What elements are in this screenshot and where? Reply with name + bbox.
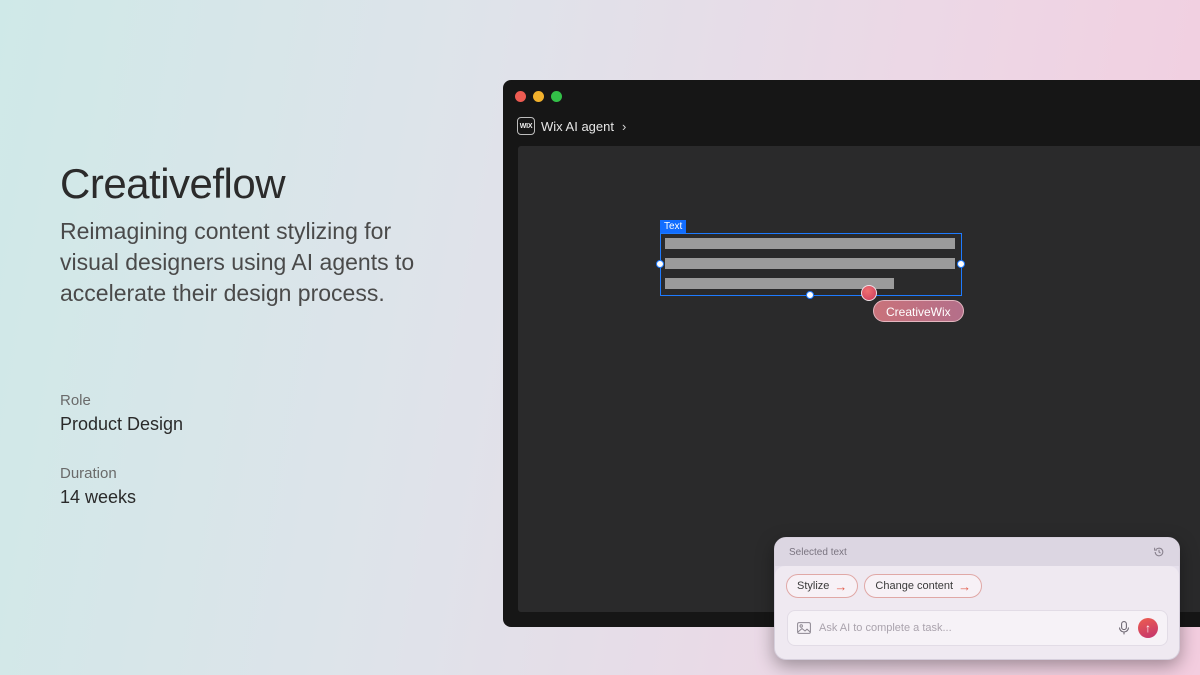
duration-value: 14 weeks [60, 487, 137, 507]
microphone-icon[interactable] [1118, 621, 1130, 635]
suggestion-chips: Stylize → Change content → [775, 566, 1179, 598]
duration-label: Duration [60, 465, 117, 482]
resize-handle-right[interactable] [957, 260, 965, 268]
maximize-window-button[interactable] [551, 91, 562, 102]
text-selection-box[interactable] [660, 233, 962, 296]
collaborator-cursor [861, 285, 877, 301]
text-placeholder-line [665, 278, 894, 289]
app-window: WIX Wix AI agent › Text CreativeWix Sele… [503, 80, 1200, 660]
send-icon[interactable]: ↑ [1138, 618, 1158, 638]
chip-label: Stylize [797, 580, 830, 592]
ai-panel-body: Stylize → Change content → Ask AI to com… [775, 566, 1179, 659]
app-name: Wix AI agent [541, 118, 614, 134]
selection-type-tag: Text [660, 220, 687, 234]
selected-text-label: Selected text [789, 546, 847, 558]
ai-panel-header: Selected text [775, 538, 1179, 566]
arrow-right-icon: → [958, 578, 972, 594]
stylize-chip[interactable]: Stylize → [786, 574, 859, 598]
ask-ai-input[interactable]: Ask AI to complete a task... ↑ [787, 610, 1168, 646]
image-icon[interactable] [797, 622, 811, 634]
collaborator-label: CreativeWix [873, 300, 964, 322]
minimize-window-button[interactable] [533, 91, 544, 102]
arrow-right-icon: → [834, 578, 848, 594]
role-value: Product Design [60, 414, 184, 434]
project-title: Creativeflow [60, 160, 286, 207]
resize-handle-left[interactable] [656, 260, 664, 268]
text-placeholder-line [665, 238, 955, 249]
resize-handle-bottom[interactable] [806, 291, 814, 299]
text-placeholder-line [665, 258, 955, 269]
design-canvas[interactable]: Text CreativeWix Selected text Stylize →… [518, 146, 1200, 660]
ask-ai-placeholder: Ask AI to complete a task... [819, 622, 952, 634]
wix-logo: WIX [517, 117, 535, 135]
project-subtitle: Reimagining content stylizing for visual… [60, 218, 415, 306]
close-window-button[interactable] [515, 91, 526, 102]
ai-agent-panel: Selected text Stylize → Change content → [774, 537, 1180, 660]
chevron-right-icon: › [621, 118, 627, 134]
app-breadcrumb[interactable]: WIX Wix AI agent › [517, 117, 626, 135]
role-label: Role [60, 392, 91, 409]
history-icon[interactable] [1153, 546, 1165, 558]
change-content-chip[interactable]: Change content → [864, 574, 983, 598]
chip-label: Change content [875, 580, 954, 592]
